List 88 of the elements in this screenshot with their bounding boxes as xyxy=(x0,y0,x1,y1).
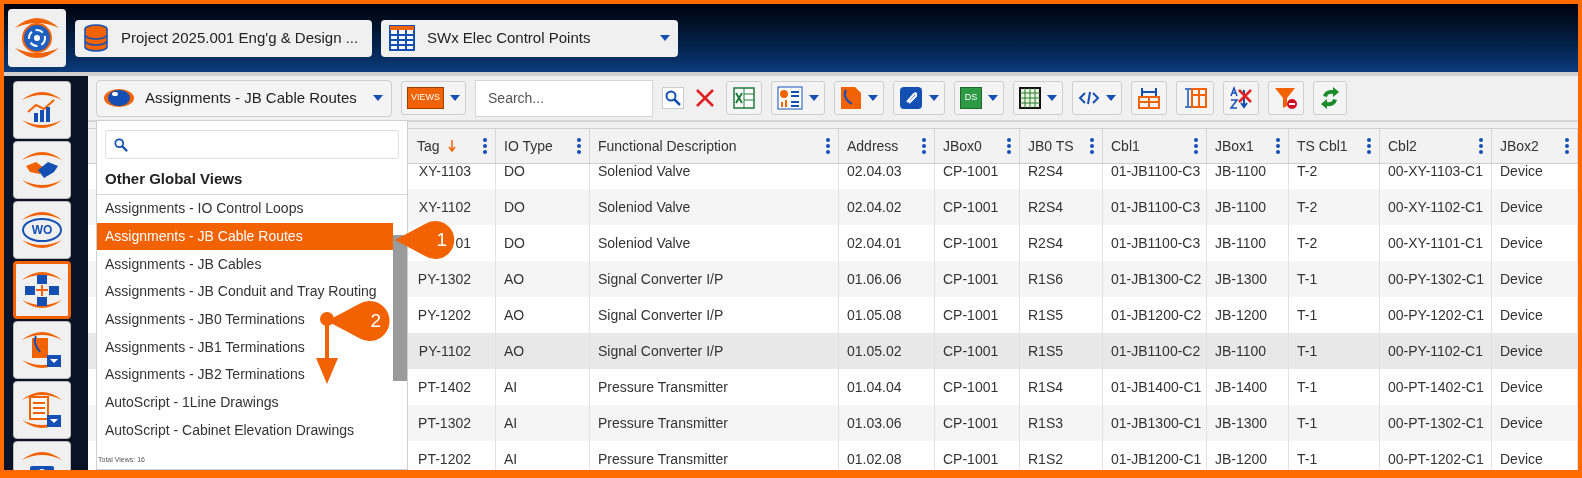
column-header[interactable]: Functional Description xyxy=(590,129,839,163)
table-cell: PT-1202 xyxy=(409,441,496,470)
toolbar-menu-button[interactable]: DS xyxy=(954,81,1004,115)
dropdown-heading: Other Global Views xyxy=(97,165,407,195)
dropdown-search-field[interactable] xyxy=(105,130,399,159)
caret-icon xyxy=(373,95,383,101)
caret-icon xyxy=(1047,95,1057,101)
eye-icon xyxy=(103,87,135,109)
caret-icon xyxy=(868,95,878,101)
sort-clear-icon xyxy=(1229,86,1253,110)
table-cell: 01-JB1200-C1 xyxy=(1103,441,1207,470)
table-cell: T-1 xyxy=(1289,441,1380,470)
toolbar-button[interactable] xyxy=(1131,81,1167,115)
column-header[interactable]: IO Type xyxy=(496,129,590,163)
search-button[interactable] xyxy=(662,87,684,109)
kebab-icon[interactable] xyxy=(1276,138,1280,154)
kebab-icon[interactable] xyxy=(922,138,926,154)
table-cell: JB-1200 xyxy=(1207,441,1289,470)
caret-icon xyxy=(450,95,460,101)
table-cell: Device xyxy=(1492,441,1578,470)
paperclip-document-icon xyxy=(840,86,862,110)
caret-icon xyxy=(988,95,998,101)
column-header[interactable]: TS Cbl1 xyxy=(1289,129,1380,163)
kebab-icon[interactable] xyxy=(1565,138,1569,154)
caret-icon xyxy=(1106,95,1116,101)
caret-icon xyxy=(809,95,819,101)
toolbar-button[interactable] xyxy=(1176,81,1214,115)
column-header[interactable]: Address xyxy=(839,129,935,163)
caret-icon xyxy=(929,95,939,101)
view-option[interactable]: Assignments - IO Control Loops xyxy=(97,195,312,223)
grid-icon xyxy=(1019,87,1041,109)
scrollbar-thumb[interactable] xyxy=(393,235,407,381)
report-icon xyxy=(777,86,803,110)
kebab-icon[interactable] xyxy=(1479,138,1483,154)
table-columns-icon xyxy=(1137,86,1161,110)
table-icon xyxy=(389,25,415,51)
kebab-icon[interactable] xyxy=(577,138,581,154)
database-icon xyxy=(83,24,109,52)
caret-icon xyxy=(660,35,670,41)
table-select[interactable]: SWx Elec Control Points xyxy=(381,19,678,57)
table-cell: Pressure Transmitter xyxy=(590,441,839,470)
code-icon xyxy=(1078,89,1100,107)
toolbar-button[interactable] xyxy=(1313,81,1347,115)
spreadsheet-icon xyxy=(732,86,756,110)
refresh-icon xyxy=(1319,86,1341,110)
view-option[interactable]: Assignments - JB1 Terminations xyxy=(97,333,313,362)
toolbar-menu-button[interactable] xyxy=(1072,81,1122,115)
table-cell: 01.02.08 xyxy=(839,441,935,470)
column-header[interactable]: Cbl1 xyxy=(1103,129,1207,163)
kebab-icon[interactable] xyxy=(1367,138,1371,154)
column-header[interactable]: JBox1 xyxy=(1207,129,1289,163)
toolbar-menu-button[interactable] xyxy=(1013,81,1063,115)
sidebar-button[interactable] xyxy=(13,141,71,199)
close-icon xyxy=(695,88,715,108)
kebab-icon[interactable] xyxy=(826,138,830,154)
toolbar-button[interactable] xyxy=(1268,81,1304,115)
row-height-icon xyxy=(1182,86,1208,110)
table-cell: 00-PT-1202-C1 xyxy=(1380,441,1492,470)
search-icon xyxy=(665,90,681,106)
column-header[interactable]: JBox0 xyxy=(935,129,1020,163)
column-header[interactable]: JBox2 xyxy=(1492,129,1578,163)
view-option[interactable]: Assignments - JB0 Terminations xyxy=(97,305,313,334)
column-header[interactable]: JB0 TS xyxy=(1020,129,1103,163)
toolbar-menu-button[interactable] xyxy=(771,81,825,115)
toolbar-menu-button[interactable] xyxy=(834,81,884,115)
kebab-icon[interactable] xyxy=(1090,138,1094,154)
column-header[interactable]: Cbl2 xyxy=(1380,129,1492,163)
table-cell: R1S2 xyxy=(1020,441,1103,470)
filter-clear-icon xyxy=(1274,86,1298,110)
table-cell: CP-1001 xyxy=(935,441,1020,470)
app-logo-button[interactable] xyxy=(8,9,66,67)
kebab-icon[interactable] xyxy=(1194,138,1198,154)
search-field[interactable]: Search... xyxy=(475,79,653,117)
toolbar-button[interactable] xyxy=(726,81,762,115)
sidebar-button[interactable] xyxy=(13,261,71,319)
sidebar-button[interactable]: WO xyxy=(13,201,71,259)
toolbar-button[interactable] xyxy=(1223,81,1259,115)
kebab-icon[interactable] xyxy=(1007,138,1011,154)
view-select[interactable]: Assignments - JB Cable Routes xyxy=(96,79,392,117)
sidebar-button[interactable] xyxy=(13,81,71,139)
sidebar-button[interactable] xyxy=(13,321,71,379)
sidebar-button[interactable] xyxy=(13,381,71,439)
table-cell: AI xyxy=(496,441,590,470)
project-select[interactable]: Project 2025.001 Eng'g & Design ... xyxy=(75,19,372,57)
kebab-icon[interactable] xyxy=(483,138,487,154)
search-icon xyxy=(114,137,128,152)
toolbar-menu-button[interactable] xyxy=(893,81,945,115)
column-header[interactable]: Tag xyxy=(409,129,496,163)
